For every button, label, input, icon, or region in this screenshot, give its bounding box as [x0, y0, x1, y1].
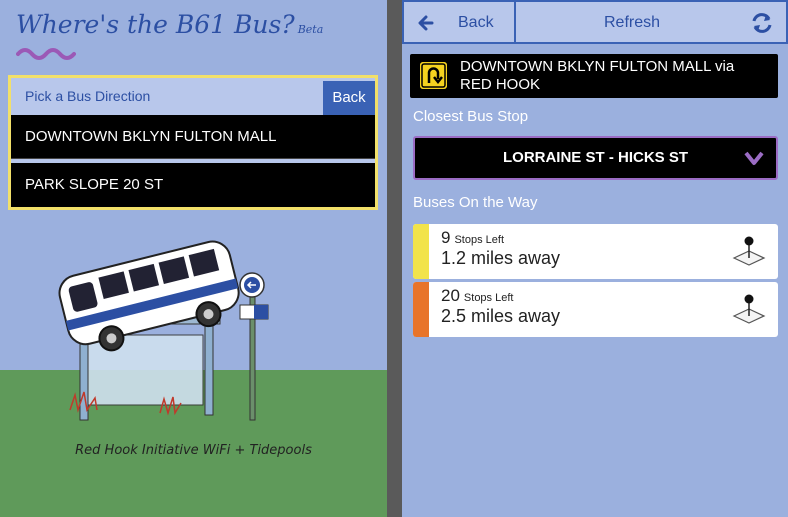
wifi-caption: Red Hook Initiative WiFi + Tidepools: [75, 443, 312, 458]
direction-back-button[interactable]: Back: [323, 81, 375, 115]
buses-on-the-way-label: Buses On the Way: [413, 194, 538, 211]
stops-left: 20 Stops Left: [441, 286, 513, 306]
back-arrow-icon: [418, 15, 434, 31]
app-title-text: Where's the B61 Bus?: [16, 10, 295, 39]
stops-left-count: 20: [441, 286, 460, 305]
back-button-label: Back: [458, 14, 494, 31]
bus-card-stripe: [413, 224, 429, 279]
bus-direction-panel: Where's the B61 Bus? Beta Pick a Bus Dire…: [0, 0, 387, 517]
route-banner: DOWNTOWN BKLYN FULTON MALL via RED HOOK: [410, 54, 778, 98]
bus-stop-illustration: [58, 240, 269, 421]
stops-left: 9 Stops Left: [441, 228, 504, 248]
top-toolbar: Back Refresh: [402, 0, 788, 44]
closest-stop-value: LORRAINE ST - HICKS ST: [502, 149, 688, 166]
bus-card-stripe: [413, 282, 429, 337]
map-pin-icon[interactable]: [732, 292, 766, 326]
beta-tag: Beta: [297, 23, 324, 36]
bus-distance: 2.5 miles away: [441, 306, 561, 326]
closest-stop-label: Closest Bus Stop: [413, 108, 529, 125]
stops-left-count: 9: [441, 228, 451, 247]
map-pin-icon[interactable]: [732, 234, 766, 268]
bus-distance: 1.2 miles away: [441, 248, 561, 268]
back-button[interactable]: Back: [402, 0, 516, 44]
bus-card[interactable]: 9 Stops Left 1.2 miles away: [413, 224, 778, 279]
route-name: DOWNTOWN BKLYN FULTON MALL via RED HOOK: [460, 58, 735, 93]
direction-option-park-slope[interactable]: PARK SLOPE 20 ST: [11, 163, 375, 207]
closest-stop-select[interactable]: LORRAINE ST - HICKS ST: [413, 136, 778, 180]
chevron-down-icon: [744, 151, 764, 165]
direction-header-label: Pick a Bus Direction: [25, 88, 151, 104]
refresh-icon: [752, 13, 772, 33]
bus-card[interactable]: 20 Stops Left 2.5 miles away: [413, 282, 778, 337]
refresh-button-label: Refresh: [604, 14, 661, 31]
u-turn-icon: [420, 62, 447, 89]
bus-arrivals-panel: Back Refresh DOWNTOWN BKLYN FULTON MALL …: [402, 0, 788, 517]
stops-left-label: Stops Left: [454, 234, 505, 246]
direction-header: Pick a Bus Direction Back: [11, 78, 375, 115]
app-title: Where's the B61 Bus? Beta: [16, 10, 323, 39]
refresh-button[interactable]: Refresh: [516, 0, 788, 44]
panel-divider: [387, 0, 402, 517]
stops-left-label: Stops Left: [463, 292, 514, 304]
direction-option-downtown[interactable]: DOWNTOWN BKLYN FULTON MALL: [11, 115, 375, 159]
direction-picker: Pick a Bus Direction Back DOWNTOWN BKLYN…: [8, 75, 378, 210]
title-squiggle: [16, 48, 76, 60]
